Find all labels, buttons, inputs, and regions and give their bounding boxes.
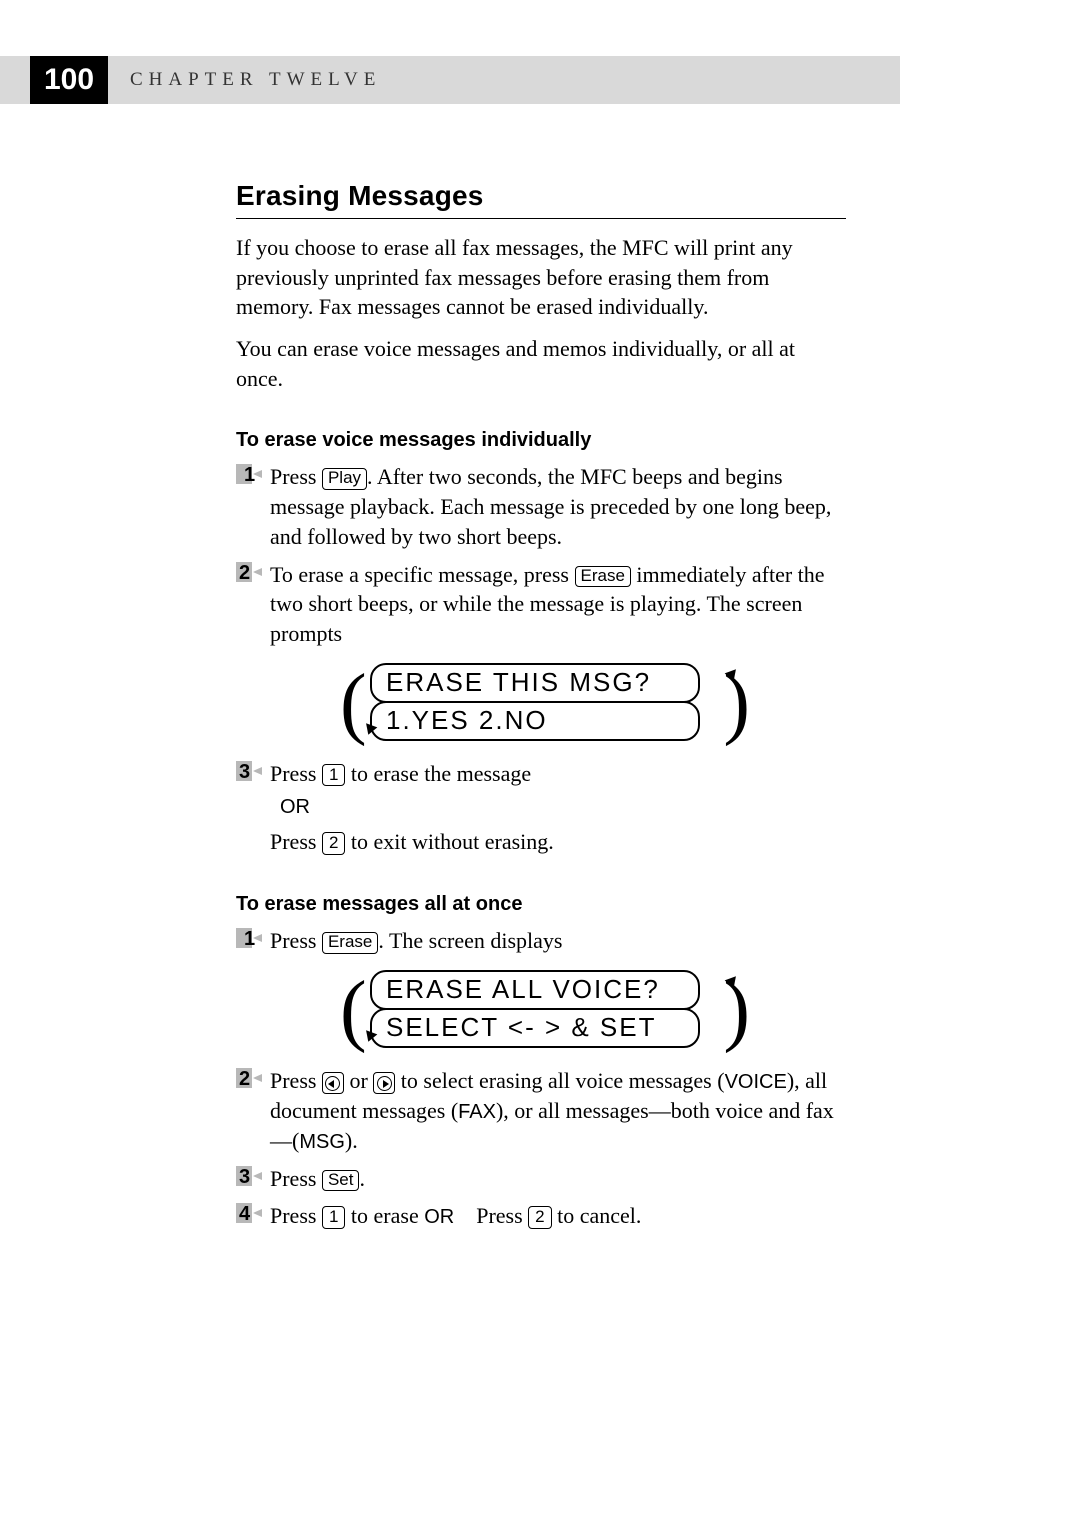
step-number-icon: 4	[236, 1201, 270, 1231]
lcd-line-1: ERASE ALL VOICE?	[370, 970, 700, 1010]
subheading-all-at-once: To erase messages all at once	[236, 893, 846, 916]
step-2: 2 To erase a specific message, press Era…	[236, 560, 846, 649]
text: Press	[270, 464, 322, 489]
text: to erase the message	[345, 761, 531, 786]
page-content: Erasing Messages If you choose to erase …	[236, 180, 846, 1239]
text: to select erasing all voice messages (	[395, 1068, 724, 1093]
text: to erase	[345, 1203, 424, 1228]
step-body: Press or to select erasing all voice mes…	[270, 1066, 846, 1156]
step-body: Press Erase. The screen displays	[270, 926, 846, 956]
lcd-line-1: ERASE THIS MSG?	[370, 663, 700, 703]
lcd-line-2: SELECT <- > & SET	[370, 1008, 700, 1048]
keycap-play: Play	[322, 468, 367, 490]
keycap-erase: Erase	[575, 566, 631, 588]
text: Press	[270, 1166, 322, 1191]
intro-paragraph-2: You can erase voice messages and memos i…	[236, 334, 846, 393]
page-number: 100	[30, 56, 108, 104]
text: .	[359, 1166, 365, 1191]
step-number-icon: 2	[236, 1066, 270, 1156]
lcd-display-2: ( ERASE ALL VOICE? SELECT <- > & SET )	[236, 970, 846, 1048]
keycap-2: 2	[528, 1206, 551, 1229]
step-body: Press Play. After two seconds, the MFC b…	[270, 462, 846, 551]
step-4b: 4 Press 1 to erase OR Press 2 to cancel.	[236, 1201, 846, 1231]
left-arrow-key-icon	[322, 1072, 344, 1094]
step-1: 1 Press Play. After two seconds, the MFC…	[236, 462, 846, 551]
subheading-individual: To erase voice messages individually	[236, 429, 846, 452]
text: Press	[476, 1203, 528, 1228]
right-arrow-key-icon	[373, 1072, 395, 1094]
step-body: To erase a specific message, press Erase…	[270, 560, 846, 649]
voice-label: VOICE	[725, 1071, 787, 1093]
fax-label: FAX	[458, 1101, 496, 1123]
svg-text:1: 1	[244, 464, 255, 486]
text: Press	[270, 829, 322, 854]
text: Press	[270, 928, 322, 953]
svg-text:3: 3	[239, 1166, 250, 1188]
chapter-label: CHAPTER TWELVE	[130, 56, 381, 104]
lcd-display-1: ( ERASE THIS MSG? 1.YES 2.NO )	[236, 663, 846, 741]
step-body: Press Set.	[270, 1164, 846, 1194]
keycap-2: 2	[322, 832, 345, 855]
keycap-set: Set	[322, 1170, 360, 1192]
text: ).	[345, 1128, 358, 1153]
step-2b: 2 Press or to select erasing all voice m…	[236, 1066, 846, 1156]
step-body: Press 1 to erase OR Press 2 to cancel.	[270, 1201, 846, 1231]
text: to exit without erasing.	[345, 829, 553, 854]
keycap-1: 1	[322, 1206, 345, 1229]
text: to cancel.	[552, 1203, 642, 1228]
text: To erase a specific message, press	[270, 562, 575, 587]
text: or	[344, 1068, 373, 1093]
step-3: 3 Press 1 to erase the message OR Press …	[236, 759, 846, 857]
step-number-icon: 1	[236, 462, 270, 551]
text: Press	[270, 1068, 322, 1093]
svg-text:2: 2	[239, 562, 250, 584]
or-label: OR	[424, 1206, 454, 1228]
keycap-erase: Erase	[322, 932, 378, 954]
svg-text:2: 2	[239, 1068, 250, 1090]
step-number-icon: 3	[236, 1164, 270, 1194]
keycap-1: 1	[322, 764, 345, 787]
step-body: Press 1 to erase the message OR Press 2 …	[270, 759, 846, 857]
svg-text:3: 3	[239, 761, 250, 783]
intro-paragraph-1: If you choose to erase all fax messages,…	[236, 233, 846, 322]
or-label: OR	[280, 794, 846, 821]
svg-text:4: 4	[239, 1203, 251, 1225]
section-heading: Erasing Messages	[236, 180, 846, 219]
text: Press	[270, 1203, 322, 1228]
step-number-icon: 3	[236, 759, 270, 857]
text: . The screen displays	[378, 928, 562, 953]
lcd-line-2: 1.YES 2.NO	[370, 701, 700, 741]
step-3b: 3 Press Set.	[236, 1164, 846, 1194]
msg-label: MSG	[299, 1131, 345, 1153]
step-number-icon: 1	[236, 926, 270, 956]
step-number-icon: 2	[236, 560, 270, 649]
svg-text:1: 1	[244, 928, 255, 950]
step-1b: 1 Press Erase. The screen displays	[236, 926, 846, 956]
text: Press	[270, 761, 322, 786]
